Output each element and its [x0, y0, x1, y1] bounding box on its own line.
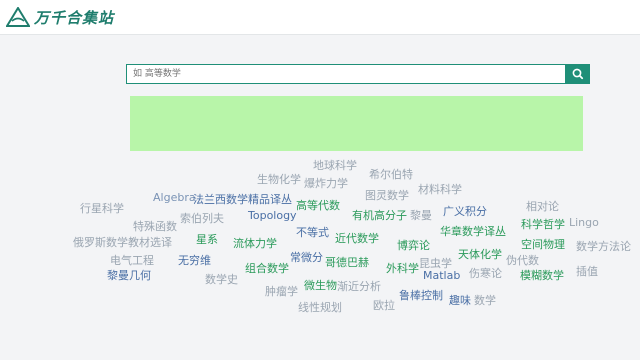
tag-link[interactable]: 常微分 — [290, 249, 323, 265]
tag-link[interactable]: 伤寒论 — [469, 265, 502, 281]
tag-link[interactable]: 华章数学译丛 — [440, 223, 506, 239]
tag-link[interactable]: 法兰西数学精品译丛 — [193, 191, 292, 207]
tag-link[interactable]: 微生物 — [304, 277, 337, 293]
tag-link[interactable]: 线性规划 — [298, 299, 342, 315]
tag-link[interactable]: 近代数学 — [335, 230, 379, 246]
tag-link[interactable]: 行星科学 — [80, 200, 124, 216]
tag-link[interactable]: 不等式 — [296, 224, 329, 240]
tag-link[interactable]: 天体化学 — [458, 246, 502, 262]
tag-link[interactable]: 数学史 — [205, 271, 238, 287]
tag-link[interactable]: 欧拉 — [373, 297, 395, 313]
tag-link[interactable]: 有机高分子 — [352, 207, 407, 223]
tag-link[interactable]: 星系 — [196, 231, 218, 247]
tag-link[interactable]: 肿瘤学 — [265, 283, 298, 299]
tag-link[interactable]: 数学方法论 — [576, 238, 631, 254]
logo-triangle-icon — [6, 7, 30, 27]
tag-link[interactable]: 高等代数 — [296, 197, 340, 213]
search-bar — [126, 64, 590, 84]
tag-link[interactable]: 空间物理 — [521, 236, 565, 252]
ad-banner — [130, 96, 583, 151]
site-logo[interactable]: 万千合集站 — [6, 6, 114, 28]
tag-link[interactable]: 模糊数学 — [520, 267, 564, 283]
tag-link[interactable]: Lingo — [569, 216, 599, 229]
tag-link[interactable]: 索伯列夫 — [180, 210, 224, 226]
tag-link[interactable]: 数学 — [474, 292, 496, 308]
tag-link[interactable]: 流体力学 — [233, 235, 277, 251]
tag-link[interactable]: 哥德巴赫 — [325, 254, 369, 270]
tag-link[interactable]: 无穷维 — [178, 252, 211, 268]
tag-link[interactable]: 外科学 — [386, 260, 419, 276]
tag-link[interactable]: 趣味 — [449, 292, 471, 308]
tag-link[interactable]: 博弈论 — [397, 237, 430, 253]
tag-link[interactable]: 渐近分析 — [337, 278, 381, 294]
tag-link[interactable]: Matlab — [423, 269, 460, 282]
site-header: 万千合集站 — [0, 0, 640, 35]
tag-link[interactable]: 希尔伯特 — [369, 166, 413, 182]
tag-link[interactable]: Topology — [248, 209, 297, 222]
tag-link[interactable]: 爆炸力学 — [304, 175, 348, 191]
tag-cloud: 地球科学 生物化学 爆炸力学 希尔伯特 图灵数学 材料科学 Algebra 法兰… — [0, 150, 640, 360]
logo-text: 万千合集站 — [34, 8, 115, 27]
search-button[interactable] — [566, 64, 590, 84]
tag-link[interactable]: 图灵数学 — [365, 187, 409, 203]
tag-link[interactable]: 相对论 — [526, 198, 559, 214]
tag-link[interactable]: Algebra — [153, 191, 196, 204]
tag-link[interactable]: 材料科学 — [418, 181, 462, 197]
tag-link[interactable]: 俄罗斯数学教材选译 — [73, 234, 172, 250]
tag-link[interactable]: 地球科学 — [313, 157, 357, 173]
search-input[interactable] — [126, 64, 566, 84]
tag-link[interactable]: 特殊函数 — [133, 218, 177, 234]
tag-link[interactable]: 组合数学 — [245, 260, 289, 276]
tag-link[interactable]: 黎曼几何 — [107, 267, 151, 283]
tag-link[interactable]: 科学哲学 — [521, 216, 565, 232]
tag-link[interactable]: 生物化学 — [257, 171, 301, 187]
tag-link[interactable]: 电气工程 — [110, 252, 154, 268]
tag-link[interactable]: 广义积分 — [443, 203, 487, 219]
tag-link[interactable]: 插值 — [576, 263, 598, 279]
search-icon — [572, 68, 584, 80]
tag-link[interactable]: 伪代数 — [506, 252, 539, 268]
tag-link[interactable]: 鲁棒控制 — [399, 287, 443, 303]
tag-link[interactable]: 黎曼 — [410, 207, 432, 223]
